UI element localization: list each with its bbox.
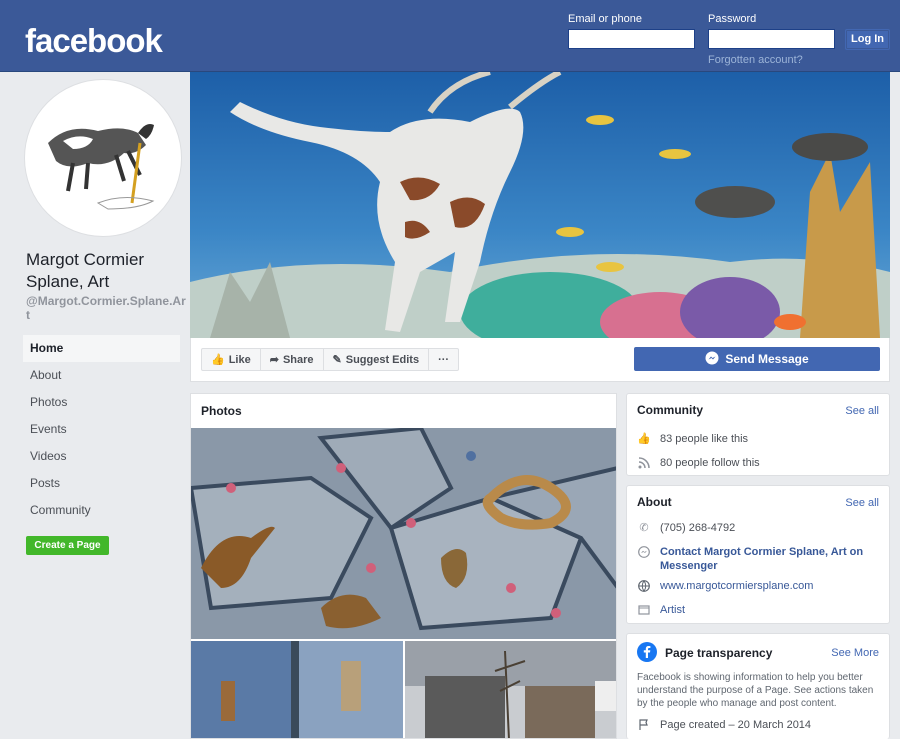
phone-icon: ✆ bbox=[639, 522, 649, 534]
rss-icon bbox=[637, 456, 651, 470]
website-row: www.margotcormiersplane.com bbox=[637, 579, 881, 593]
about-see-all-link[interactable]: See all bbox=[845, 497, 879, 509]
like-label: Like bbox=[228, 353, 251, 366]
flag-icon bbox=[637, 718, 651, 732]
phone-row: ✆ (705) 268-4792 bbox=[637, 521, 881, 535]
forgot-account-link[interactable]: Forgotten account? bbox=[708, 54, 803, 66]
nav-item-posts[interactable]: Posts bbox=[23, 470, 180, 497]
password-label: Password bbox=[708, 13, 757, 25]
nav-item-home[interactable]: Home bbox=[23, 335, 180, 362]
suggest-edits-button[interactable]: ✎ Suggest Edits bbox=[324, 349, 430, 370]
facebook-f-icon bbox=[637, 642, 657, 667]
category-tag-icon bbox=[637, 603, 651, 617]
transparency-description: Facebook is showing information to help … bbox=[637, 672, 874, 709]
facebook-logo[interactable]: facebook bbox=[25, 22, 163, 60]
thumbs-up-icon: 👍 bbox=[211, 354, 225, 366]
nav-item-photos[interactable]: Photos bbox=[23, 389, 180, 416]
share-arrow-icon: ➦ bbox=[269, 354, 279, 366]
page-handle[interactable]: @Margot.Cormier.Splane.Art bbox=[26, 294, 186, 322]
top-bar: facebook Email or phone Password Log In … bbox=[0, 0, 900, 72]
community-title: Community bbox=[637, 403, 703, 417]
action-button-group: 👍 Like ➦ Share ✎ Suggest Edits ··· bbox=[201, 348, 460, 371]
login-button[interactable]: Log In bbox=[845, 29, 890, 50]
messenger-icon bbox=[705, 351, 719, 368]
page-action-bar: 👍 Like ➦ Share ✎ Suggest Edits ··· Send … bbox=[190, 338, 890, 382]
page-created-row: Page created – 20 March 2014 bbox=[637, 718, 881, 732]
messenger-icon bbox=[637, 545, 651, 559]
about-title: About bbox=[637, 495, 672, 509]
nav-item-community[interactable]: Community bbox=[23, 497, 180, 524]
messenger-row: Contact Margot Cormier Splane, Art on Me… bbox=[637, 545, 881, 573]
create-page-button[interactable]: Create a Page bbox=[26, 536, 109, 555]
photo-thumbnail[interactable] bbox=[191, 428, 616, 639]
likes-row: 👍 83 people like this bbox=[637, 432, 881, 446]
category-row: Artist bbox=[637, 603, 881, 617]
website-link[interactable]: www.margotcormiersplane.com bbox=[660, 579, 813, 593]
photos-panel: Photos bbox=[190, 393, 617, 739]
more-options-button[interactable]: ··· bbox=[429, 349, 458, 370]
about-card: About See all ✆ (705) 268-4792 Contact M… bbox=[626, 485, 890, 624]
page-transparency-card: Page transparency See More Facebook is s… bbox=[626, 633, 890, 739]
photo-thumbnail[interactable] bbox=[405, 641, 616, 738]
email-field[interactable] bbox=[568, 29, 695, 49]
pencil-icon: ✎ bbox=[332, 354, 342, 366]
messenger-contact-link[interactable]: Contact Margot Cormier Splane, Art on Me… bbox=[660, 545, 881, 573]
cover-photo[interactable] bbox=[190, 72, 890, 338]
category-link[interactable]: Artist bbox=[660, 603, 685, 617]
suggest-edits-label: Suggest Edits bbox=[345, 353, 420, 366]
more-label: ··· bbox=[438, 353, 450, 366]
share-button[interactable]: ➦ Share bbox=[261, 349, 324, 370]
photo-thumbnail[interactable] bbox=[191, 641, 403, 738]
community-card: Community See all 👍 83 people like this … bbox=[626, 393, 890, 476]
send-message-label: Send Message bbox=[725, 352, 809, 366]
globe-icon bbox=[637, 579, 651, 593]
photos-title[interactable]: Photos bbox=[201, 404, 242, 418]
profile-picture[interactable] bbox=[25, 80, 181, 236]
like-button[interactable]: 👍 Like bbox=[202, 349, 261, 370]
page-nav: Home About Photos Events Videos Posts Co… bbox=[23, 335, 180, 524]
share-label: Share bbox=[282, 353, 314, 366]
nav-item-videos[interactable]: Videos bbox=[23, 443, 180, 470]
phone-number: (705) 268-4792 bbox=[660, 522, 736, 534]
password-field[interactable] bbox=[708, 29, 835, 49]
community-see-all-link[interactable]: See all bbox=[845, 405, 879, 417]
email-label: Email or phone bbox=[568, 13, 642, 25]
send-message-button[interactable]: Send Message bbox=[634, 347, 880, 371]
follows-count: 80 people follow this bbox=[660, 457, 760, 469]
thumbs-up-icon: 👍 bbox=[637, 433, 651, 445]
follows-row: 80 people follow this bbox=[637, 456, 881, 470]
page-created-date: Page created – 20 March 2014 bbox=[660, 719, 812, 731]
likes-count: 83 people like this bbox=[660, 433, 749, 445]
nav-item-events[interactable]: Events bbox=[23, 416, 180, 443]
transparency-see-more-link[interactable]: See More bbox=[831, 647, 879, 659]
transparency-title: Page transparency bbox=[665, 646, 773, 660]
nav-item-about[interactable]: About bbox=[23, 362, 180, 389]
page-title: Margot Cormier Splane, Art bbox=[26, 250, 145, 291]
